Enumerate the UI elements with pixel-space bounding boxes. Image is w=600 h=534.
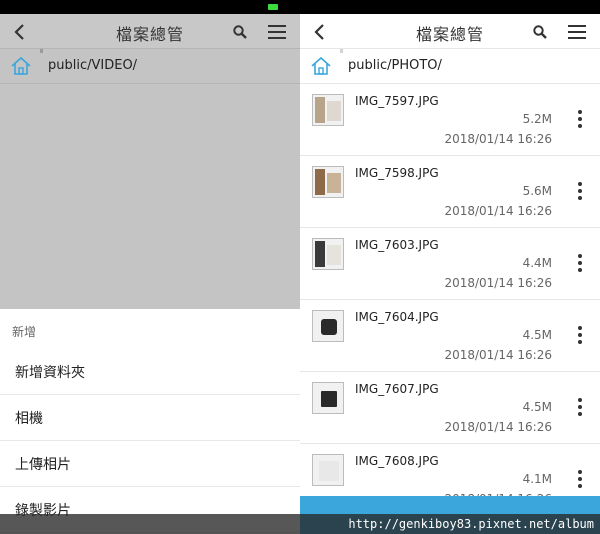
file-row[interactable]: IMG_7598.JPG 5.6M 2018/01/14 16:26 [300, 156, 600, 228]
battery-icon [268, 4, 278, 10]
file-name: IMG_7607.JPG [355, 382, 439, 396]
file-size: 5.6M [522, 184, 552, 198]
file-row[interactable]: IMG_7603.JPG 4.4M 2018/01/14 16:26 [300, 228, 600, 300]
upload-photo-option[interactable]: 上傳相片 [0, 441, 300, 487]
file-name: IMG_7598.JPG [355, 166, 439, 180]
file-size: 5.2M [522, 112, 552, 126]
camera-option[interactable]: 相機 [0, 395, 300, 441]
divider [40, 49, 43, 53]
file-row[interactable]: IMG_7607.JPG 4.5M 2018/01/14 16:26 [300, 372, 600, 444]
new-folder-option[interactable]: 新增資料夾 [0, 349, 300, 395]
file-thumbnail [312, 454, 344, 486]
file-row[interactable]: IMG_7604.JPG 4.5M 2018/01/14 16:26 [300, 300, 600, 372]
path-bar: public/PHOTO/ [300, 48, 600, 84]
search-icon[interactable] [232, 24, 248, 40]
file-thumbnail [312, 166, 344, 198]
option-label: 新增資料夾 [15, 365, 85, 381]
file-date: 2018/01/14 16:26 [444, 276, 552, 290]
option-label: 相機 [15, 411, 43, 427]
more-icon[interactable] [574, 398, 586, 418]
top-bar: 檔案總管 [300, 14, 600, 48]
page-title: 檔案總管 [415, 25, 484, 44]
current-path: public/PHOTO/ [348, 58, 442, 73]
left-panel: 檔案總管 public/VIDEO/ 新增 新增資料夾 相機 上傳相片 錄製影片 [0, 14, 300, 534]
file-name: IMG_7608.JPG [355, 454, 439, 468]
menu-icon[interactable] [566, 24, 588, 40]
file-date: 2018/01/14 16:26 [444, 204, 552, 218]
file-list: IMG_7597.JPG 5.2M 2018/01/14 16:26 IMG_7… [300, 84, 600, 516]
page-title: 檔案總管 [115, 25, 184, 44]
more-icon[interactable] [574, 470, 586, 490]
file-thumbnail [312, 310, 344, 342]
file-size: 4.4M [522, 256, 552, 270]
path-bar: public/VIDEO/ [0, 48, 300, 84]
menu-icon[interactable] [266, 24, 288, 40]
more-icon[interactable] [574, 110, 586, 130]
file-name: IMG_7597.JPG [355, 94, 439, 108]
file-name: IMG_7603.JPG [355, 238, 439, 252]
top-bar: 檔案總管 [0, 14, 300, 48]
right-panel: 檔案總管 public/PHOTO/ IMG_7597.JPG 5.2M 201… [300, 14, 600, 534]
option-label: 上傳相片 [15, 457, 71, 473]
file-size: 4.1M [522, 472, 552, 486]
file-row[interactable]: IMG_7597.JPG 5.2M 2018/01/14 16:26 [300, 84, 600, 156]
divider [340, 49, 343, 53]
file-size: 4.5M [522, 328, 552, 342]
current-path: public/VIDEO/ [48, 58, 138, 73]
file-date: 2018/01/14 16:26 [444, 132, 552, 146]
more-icon[interactable] [574, 182, 586, 202]
sheet-title: 新增 [12, 325, 37, 339]
home-icon[interactable] [10, 56, 32, 76]
search-icon[interactable] [532, 24, 548, 40]
status-bar [0, 0, 600, 14]
more-icon[interactable] [574, 254, 586, 274]
home-icon[interactable] [310, 56, 332, 76]
file-thumbnail [312, 238, 344, 270]
file-date: 2018/01/14 16:26 [444, 420, 552, 434]
watermark-bar: http://genkiboy83.pixnet.net/album [0, 514, 600, 534]
file-thumbnail [312, 382, 344, 414]
file-date: 2018/01/14 16:26 [444, 348, 552, 362]
file-size: 4.5M [522, 400, 552, 414]
more-icon[interactable] [574, 326, 586, 346]
watermark-text: http://genkiboy83.pixnet.net/album [348, 517, 594, 531]
file-thumbnail [312, 94, 344, 126]
file-name: IMG_7604.JPG [355, 310, 439, 324]
new-item-sheet: 新增 新增資料夾 相機 上傳相片 錄製影片 [0, 309, 300, 534]
